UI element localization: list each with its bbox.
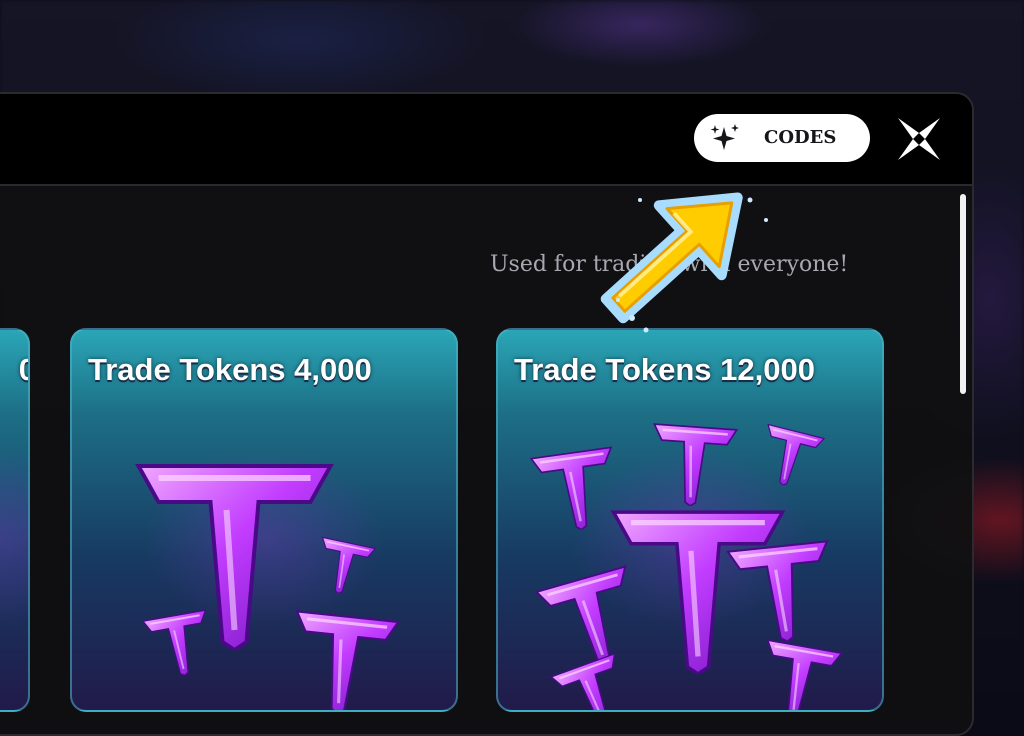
product-card-trade-tokens-4000[interactable]: Trade Tokens 4,000	[70, 328, 458, 712]
trade-token-icon	[285, 609, 400, 710]
trade-token-icon	[614, 512, 783, 674]
trade-token-icon	[550, 652, 638, 710]
trade-token-icon	[311, 536, 377, 600]
scrollbar-thumb[interactable]	[960, 194, 966, 394]
shop-subtitle: Used for trading with everyone!	[490, 252, 849, 277]
trade-token-icon	[726, 539, 839, 648]
trade-token-icon	[753, 423, 825, 493]
trade-token-icon	[529, 446, 624, 536]
product-card-title: 0	[19, 352, 28, 388]
trade-token-icon-group	[529, 422, 843, 710]
sparkle-icon	[710, 124, 739, 150]
product-card-title: Trade Tokens 12,000	[514, 352, 815, 387]
product-card-trade-tokens-12000[interactable]: Trade Tokens 12,000	[496, 328, 884, 712]
trade-token-icon	[141, 609, 217, 682]
close-x-icon	[898, 118, 940, 160]
trade-token-icon	[754, 639, 843, 710]
trade-token-icon-group	[72, 420, 400, 710]
codes-button[interactable]: CODES	[694, 114, 870, 162]
scrollbar[interactable]	[958, 190, 968, 690]
trade-token-icon	[647, 422, 738, 509]
product-card-title: Trade Tokens 4,000	[88, 352, 372, 387]
trade-token-icon	[535, 565, 651, 678]
close-button[interactable]	[896, 116, 942, 162]
product-card-partial[interactable]: 0	[0, 328, 30, 712]
codes-button-label: CODES	[764, 127, 837, 148]
